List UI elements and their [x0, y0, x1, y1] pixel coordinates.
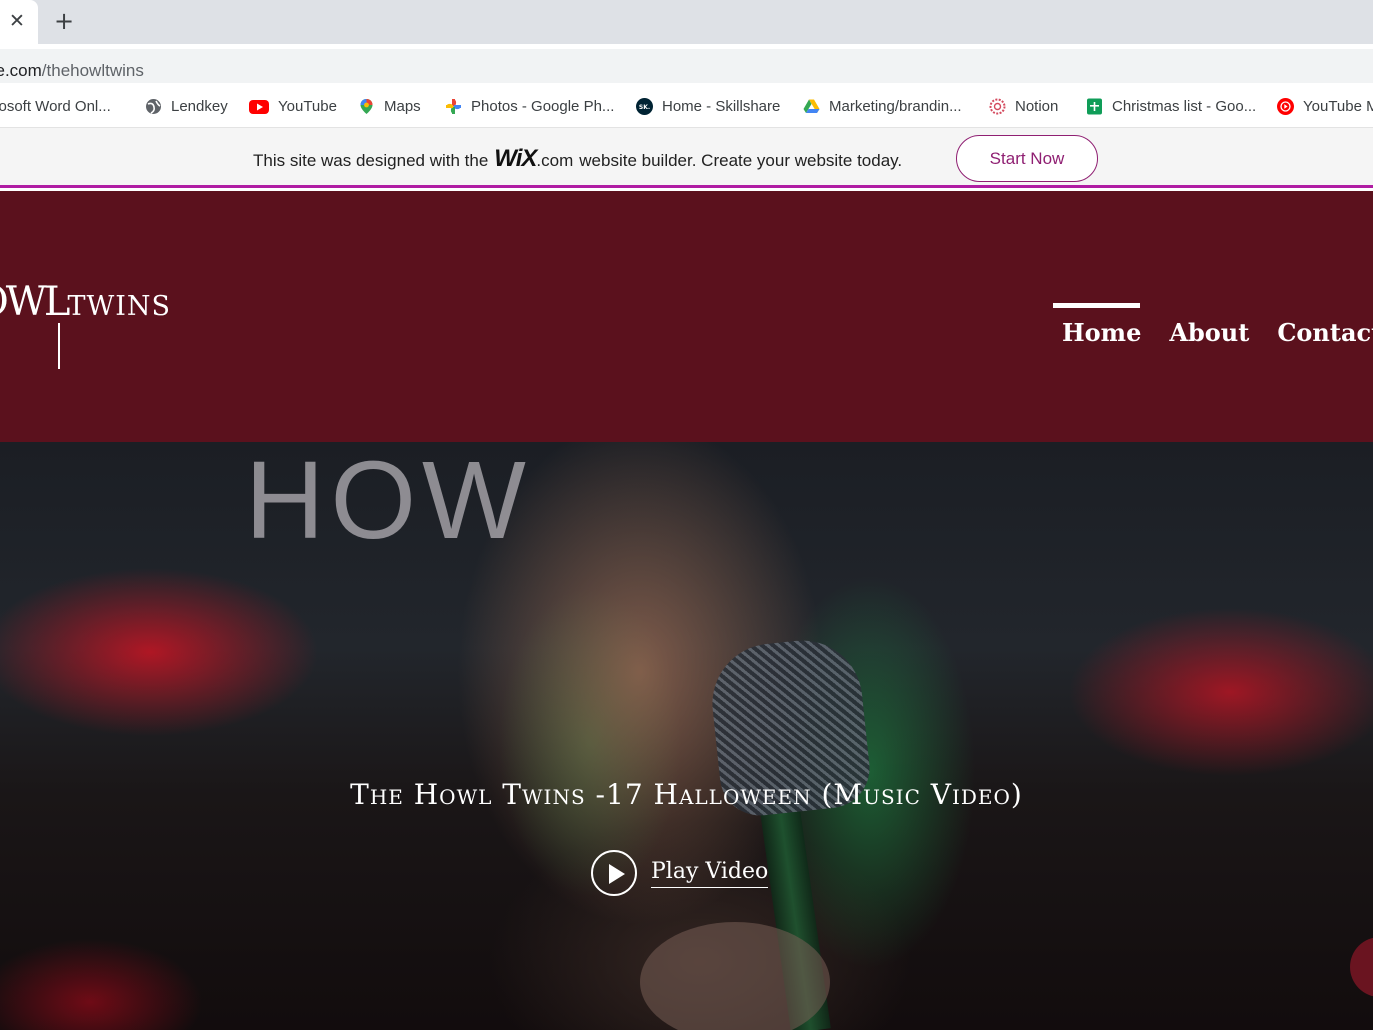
hero-background-sign: HOW [245, 442, 532, 562]
site-logo[interactable]: OWLTWINS [0, 279, 171, 325]
google-photos-icon [445, 98, 462, 115]
bookmark-word[interactable]: crosoft Word Onl... [0, 95, 111, 117]
logo-drip-decoration [58, 323, 60, 369]
bookmark-label: YouTube [278, 97, 337, 115]
bookmark-label: YouTube M [1303, 97, 1373, 115]
bookmark-label: Home - Skillshare [662, 97, 781, 115]
close-tab-icon[interactable]: ✕ [6, 9, 28, 33]
browser-toolbar: xsite.com/thehowltwins [0, 44, 1373, 84]
maps-pin-icon [358, 98, 375, 115]
svg-text:SK.: SK. [639, 104, 650, 111]
youtube-icon [249, 98, 269, 115]
bookmark-christmas-list[interactable]: Christmas list - Goo... [1086, 95, 1256, 117]
bookmark-notion[interactable]: Notion [989, 95, 1058, 117]
new-tab-button[interactable]: + [50, 8, 78, 36]
nav-about[interactable]: About [1160, 318, 1249, 347]
play-icon[interactable] [591, 850, 637, 896]
wix-logo-suffix: .com [536, 151, 574, 170]
wix-text-before: This site was designed with the [253, 151, 489, 170]
url-text: xsite.com/thehowltwins [0, 61, 144, 81]
bookmark-label: Lendkey [171, 97, 228, 115]
bookmark-google-photos[interactable]: Photos - Google Ph... [445, 95, 614, 117]
bookmark-google-drive[interactable]: Marketing/brandin... [803, 95, 962, 117]
youtube-music-icon [1277, 97, 1294, 115]
site-nav: Home About Contact EP [1053, 318, 1373, 347]
google-sheets-icon [1086, 98, 1103, 115]
chat-widget-button[interactable] [1350, 937, 1373, 997]
bookmark-maps[interactable]: Maps [358, 95, 421, 117]
bookmark-label: Marketing/brandin... [829, 97, 962, 115]
bookmark-lendkey[interactable]: Lendkey [145, 95, 228, 117]
globe-icon [145, 98, 162, 115]
logo-small-text: TWINS [67, 291, 172, 322]
address-bar[interactable]: xsite.com/thehowltwins [0, 49, 1373, 83]
bookmark-youtube[interactable]: YouTube [249, 95, 337, 117]
wix-banner-text: This site was designed with the WiX .com … [253, 145, 902, 173]
wix-logo: WiX .com [494, 145, 573, 173]
bookmark-label: Christmas list - Goo... [1112, 97, 1257, 115]
site-header: OWLTWINS Home About Contact EP [0, 191, 1373, 442]
bookmark-label: Notion [1015, 97, 1059, 115]
browser-tab-strip: ✕ + [0, 0, 1373, 44]
video-title: The Howl Twins -17 Halloween (Music Vide… [350, 778, 1023, 811]
logo-big-text: OWL [0, 279, 70, 325]
play-video-link[interactable]: Play Video [651, 859, 769, 888]
url-domain: xsite.com [0, 61, 42, 80]
url-path: /thehowltwins [41, 61, 144, 80]
wix-text-after: website builder. Create your website tod… [579, 151, 903, 170]
skillshare-icon: SK. [636, 97, 653, 115]
nav-home[interactable]: Home [1053, 318, 1141, 347]
start-now-button[interactable]: Start Now [956, 135, 1098, 182]
hand-shape [640, 922, 830, 1030]
bookmark-label: crosoft Word Onl... [0, 97, 111, 115]
bookmarks-bar: crosoft Word Onl... Lendkey YouTube Maps… [0, 84, 1373, 128]
bookmark-skillshare[interactable]: SK. Home - Skillshare [636, 95, 780, 117]
wix-logo-mark: WiX [494, 145, 537, 172]
wix-promo-banner: This site was designed with the WiX .com … [0, 128, 1373, 188]
notion-icon [989, 98, 1006, 115]
nav-active-indicator [1053, 303, 1140, 308]
bookmark-label: Maps [384, 97, 421, 115]
google-drive-icon [803, 98, 820, 115]
bookmark-label: Photos - Google Ph... [471, 97, 615, 115]
nav-contact[interactable]: Contact [1268, 318, 1373, 347]
bookmark-youtube-music[interactable]: YouTube M [1277, 95, 1373, 117]
play-triangle-icon [609, 864, 625, 884]
hero-video-section: HOW The Howl Twins -17 Halloween (Music … [0, 442, 1373, 1030]
